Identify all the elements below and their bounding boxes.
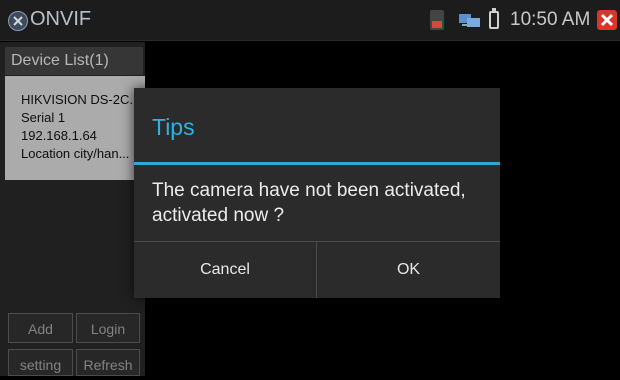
network-icon (459, 14, 480, 27)
dialog-title: Tips (152, 114, 195, 140)
app-title: ONVIF (30, 8, 92, 30)
close-icon[interactable] (597, 10, 617, 30)
clock: 10:50 AM (510, 9, 591, 30)
cancel-button[interactable]: Cancel (134, 242, 316, 298)
sd-card-icon (430, 10, 444, 30)
ok-button[interactable]: OK (317, 242, 500, 298)
app-icon (8, 11, 28, 31)
dialog-title-divider (134, 162, 500, 165)
tips-dialog: Tips The camera have not been activated,… (134, 88, 500, 298)
dialog-message: The camera have not been activated, acti… (152, 180, 466, 226)
status-bar: ONVIF 10:50 AM (0, 0, 620, 41)
battery-icon (489, 8, 499, 29)
